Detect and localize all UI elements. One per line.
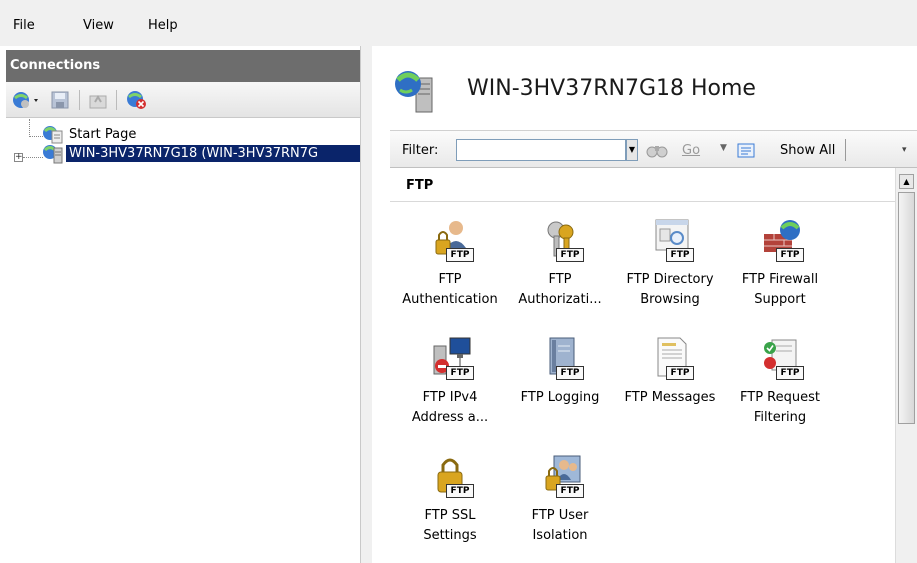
feature-ftp-request-filtering[interactable]: FTP FTP Request Filtering: [720, 336, 840, 451]
filter-label: Filter:: [402, 143, 439, 158]
connect-globe-icon[interactable]: [12, 90, 42, 113]
feature-label: FTP Authentication: [402, 272, 498, 307]
toolbar-separator: [116, 90, 117, 110]
feature-ftp-ipv4-address[interactable]: FTP FTP IPv4 Address a...: [390, 336, 510, 451]
save-icon[interactable]: [50, 90, 70, 113]
menu-bar: File View Help: [0, 0, 917, 46]
feature-ftp-firewall-support[interactable]: FTP FTP Firewall Support: [720, 218, 840, 333]
menu-file[interactable]: File: [13, 18, 35, 33]
pane-splitter[interactable]: [360, 46, 372, 563]
menu-view[interactable]: View: [83, 18, 114, 33]
tree-item-label: WIN-3HV37RN7G18 (WIN-3HV37RN7G: [66, 145, 360, 162]
connections-title: Connections: [10, 58, 101, 73]
feature-ftp-ssl-settings[interactable]: FTP FTP SSL Settings: [390, 454, 510, 563]
feature-label: FTP SSL Settings: [423, 508, 477, 543]
tree-item-server[interactable]: WIN-3HV37RN7G18 (WIN-3HV37RN7G: [6, 144, 360, 164]
feature-label: FTP Firewall Support: [741, 272, 819, 307]
chevron-down-icon[interactable]: ▼: [720, 143, 727, 153]
disconnect-icon[interactable]: [126, 90, 148, 113]
feature-label: FTP IPv4 Address a...: [411, 390, 489, 425]
main-pane: WIN-3HV37RN7G18 Home Filter: ▼ Go ▼ Show…: [372, 46, 917, 563]
toolbar-separator: [79, 90, 80, 110]
feature-ftp-authentication[interactable]: FTP FTP Authentication: [390, 218, 510, 333]
feature-ftp-messages[interactable]: FTP FTP Messages: [610, 336, 730, 451]
scroll-up-button[interactable]: ▲: [899, 174, 914, 189]
filter-dropdown-button[interactable]: ▼: [626, 139, 638, 161]
overflow-chevron-icon[interactable]: ▾: [902, 145, 907, 155]
tree-item-start-page[interactable]: Start Page: [6, 125, 360, 145]
menu-help[interactable]: Help: [148, 18, 178, 33]
filter-bar: Filter: ▼ Go ▼ Show All ▾: [390, 130, 917, 168]
binoculars-icon[interactable]: [646, 142, 668, 161]
ftp-badge: FTP: [556, 366, 584, 380]
tree-item-label: Start Page: [69, 127, 137, 142]
ftp-badge: FTP: [666, 248, 694, 262]
filter-separator: [845, 139, 846, 161]
ftp-badge: FTP: [776, 366, 804, 380]
scroll-thumb[interactable]: [898, 192, 915, 424]
feature-label: FTP Logging: [520, 390, 600, 405]
vertical-scrollbar[interactable]: ▲: [895, 168, 917, 563]
go-label: Go: [682, 143, 701, 158]
connections-toolbar: [6, 82, 360, 118]
feature-label: FTP User Isolation: [531, 508, 589, 543]
folder-up-icon[interactable]: [88, 90, 108, 113]
filter-input[interactable]: [456, 139, 626, 161]
feature-label: FTP Messages: [624, 390, 716, 405]
feature-ftp-directory-browsing[interactable]: FTP FTP Directory Browsing: [610, 218, 730, 333]
group-header: FTP: [390, 168, 895, 202]
feature-label: FTP Request Filtering: [740, 390, 820, 425]
connections-header: Connections: [6, 50, 360, 82]
ftp-badge: FTP: [446, 484, 474, 498]
feature-ftp-logging[interactable]: FTP FTP Logging: [500, 336, 620, 451]
ftp-badge: FTP: [446, 366, 474, 380]
feature-label: FTP Authorizati...: [518, 272, 602, 307]
ftp-badge: FTP: [776, 248, 804, 262]
connections-tree: Start Page + WIN-3HV37RN7G18 (WIN-3HV37R…: [6, 119, 360, 563]
show-all-icon[interactable]: [736, 141, 758, 162]
feature-ftp-user-isolation[interactable]: FTP FTP User Isolation: [500, 454, 620, 563]
ftp-badge: FTP: [556, 248, 584, 262]
ftp-badge: FTP: [556, 484, 584, 498]
ftp-badge: FTP: [446, 248, 474, 262]
server-globe-icon: [392, 68, 440, 119]
page-title: WIN-3HV37RN7G18 Home: [467, 76, 756, 101]
feature-ftp-authorization[interactable]: FTP FTP Authorizati...: [500, 218, 620, 333]
server-icon: [42, 144, 64, 168]
show-all-button[interactable]: Show All: [780, 143, 835, 158]
feature-label: FTP Directory Browsing: [626, 272, 714, 307]
group-label-ftp: FTP: [406, 178, 434, 193]
ftp-badge: FTP: [666, 366, 694, 380]
go-button[interactable]: Go: [682, 143, 700, 158]
